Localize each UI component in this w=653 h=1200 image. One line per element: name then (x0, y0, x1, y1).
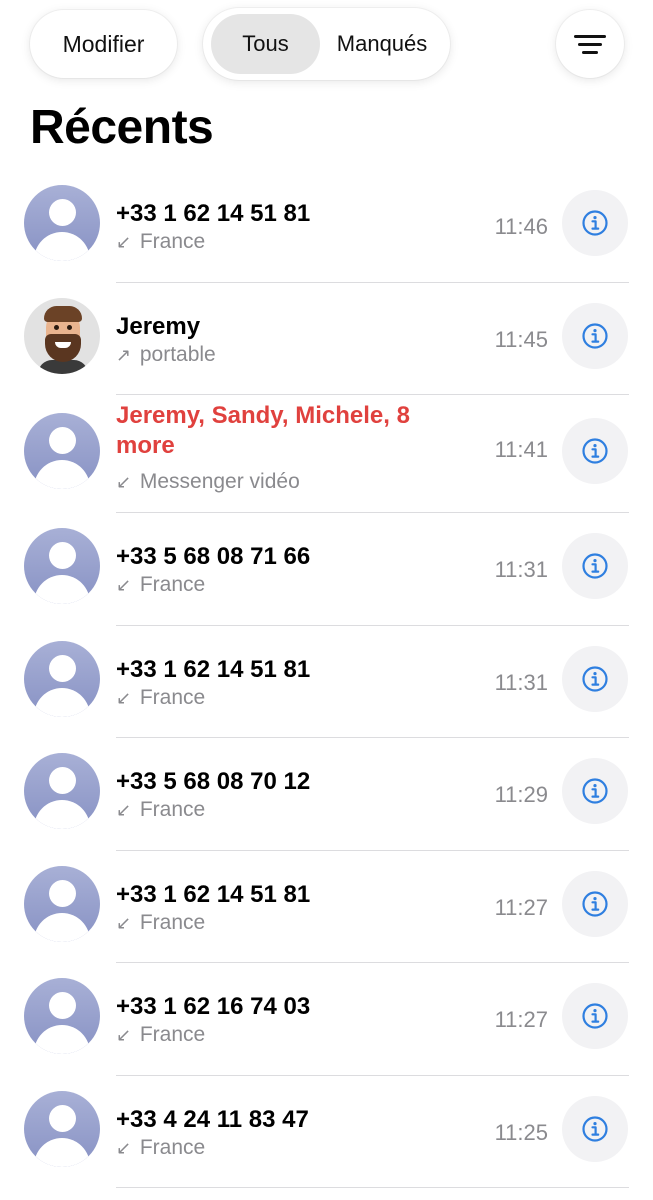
call-direction-icon: ↙ (116, 1025, 132, 1045)
call-subtitle: ↙ France (116, 798, 205, 822)
edit-button[interactable]: Modifier (30, 10, 177, 78)
info-button[interactable] (562, 1095, 628, 1162)
call-time: 11:27 (494, 894, 548, 920)
call-type-label: France (139, 910, 206, 934)
info-icon (582, 1116, 608, 1142)
call-time: 11:25 (494, 1119, 548, 1145)
call-subtitle: ↙ France (116, 911, 205, 935)
call-time: 11:46 (494, 214, 548, 239)
call-type-label: France (139, 798, 206, 821)
call-row[interactable]: Jeremy, Sandy, Michele, 8 more ↙ Messeng… (0, 395, 653, 513)
info-icon (582, 438, 608, 464)
call-row[interactable]: +33 1 62 16 74 03 ↙ France 11:27 (0, 963, 653, 1076)
info-button[interactable] (562, 533, 628, 600)
call-direction-icon: ↙ (116, 1137, 132, 1158)
call-row[interactable]: +33 1 62 14 51 81 ↙ France 11:46 (0, 170, 653, 283)
call-row[interactable]: +33 5 68 08 70 12 ↙ France 11:29 (0, 738, 653, 851)
default-avatar (24, 753, 100, 830)
top-bar: Modifier Tous Manqués (0, 0, 653, 100)
caller-name: +33 5 68 08 71 66 (116, 543, 311, 570)
call-row[interactable]: +33 1 62 14 51 81 ↙ France 11:31 (0, 626, 653, 738)
call-time: 11:29 (494, 782, 548, 807)
call-direction-icon: ↙ (116, 472, 132, 492)
info-icon (582, 891, 608, 917)
caller-name: +33 1 62 14 51 81 (116, 655, 311, 683)
call-direction-icon: ↙ (116, 912, 132, 933)
edit-button-label: Modifier (62, 30, 145, 57)
caller-name: Jeremy, Sandy, Michele, 8 more (116, 402, 410, 459)
tab-missed-label: Manqués (336, 31, 428, 56)
info-button[interactable] (562, 418, 628, 484)
info-button[interactable] (562, 190, 628, 257)
call-filter-segmented-control: Tous Manqués (203, 8, 450, 80)
call-subtitle: ↗ portable (116, 343, 216, 367)
call-type-label: Messenger vidéo (139, 470, 300, 493)
call-time: 11:45 (494, 326, 548, 352)
caller-name: Jeremy (116, 312, 201, 340)
info-button[interactable] (562, 302, 628, 369)
default-avatar (24, 528, 100, 605)
info-button[interactable] (562, 983, 628, 1050)
call-type-label: France (139, 573, 206, 596)
default-avatar (24, 185, 100, 262)
call-row[interactable]: +33 5 68 08 71 66 ↙ France 11:31 (0, 513, 653, 626)
info-button[interactable] (562, 758, 628, 825)
caller-name: +33 1 62 16 74 03 (116, 993, 311, 1020)
call-subtitle: ↙ France (116, 230, 205, 254)
default-avatar (24, 640, 100, 717)
tab-missed[interactable]: Manqués (320, 14, 444, 74)
contact-memoji-avatar (24, 297, 100, 374)
call-direction-icon: ↙ (116, 232, 132, 252)
call-direction-icon: ↙ (116, 575, 132, 595)
call-subtitle: ↙ France (116, 1023, 205, 1047)
info-icon (582, 778, 608, 804)
call-type-label: portable (139, 342, 216, 366)
info-icon (582, 666, 608, 692)
caller-name: +33 1 62 14 51 81 (116, 200, 311, 227)
row-divider (116, 1187, 629, 1188)
call-subtitle: ↙ France (116, 1136, 205, 1160)
call-time: 11:31 (494, 557, 548, 582)
call-subtitle: ↙ France (116, 686, 205, 710)
page-title: Récents (30, 101, 214, 154)
info-button[interactable] (562, 870, 628, 937)
caller-name: +33 4 24 11 83 47 (116, 1105, 309, 1133)
caller-name: +33 1 62 14 51 81 (116, 880, 311, 908)
call-subtitle: ↙ France (116, 573, 205, 597)
default-avatar (24, 413, 100, 489)
caller-name: +33 5 68 08 70 12 (116, 768, 311, 795)
call-type-label: France (139, 230, 206, 253)
call-time: 11:31 (494, 669, 548, 695)
call-row[interactable]: +33 1 62 14 51 81 ↙ France 11:27 (0, 851, 653, 963)
info-icon (582, 210, 608, 236)
call-row[interactable]: +33 4 24 11 83 47 ↙ France 11:25 (0, 1076, 653, 1188)
call-row[interactable]: Jeremy ↗ portable 11:45 (0, 283, 653, 395)
default-avatar (24, 865, 100, 942)
call-subtitle: ↙ Messenger vidéo (116, 470, 300, 494)
recent-calls-list: +33 1 62 14 51 81 ↙ France 11:46 Jeremy (0, 170, 653, 1188)
call-type-label: France (139, 1135, 206, 1159)
tab-all[interactable]: Tous (211, 14, 321, 74)
filter-lines-icon (574, 35, 606, 54)
call-time: 11:27 (494, 1007, 548, 1032)
call-direction-icon: ↙ (116, 800, 132, 820)
info-icon (582, 323, 608, 349)
info-icon (582, 553, 608, 579)
default-avatar (24, 1090, 100, 1167)
default-avatar (24, 978, 100, 1055)
call-direction-icon: ↙ (116, 687, 132, 708)
call-direction-icon: ↗ (116, 344, 132, 365)
call-time: 11:41 (494, 437, 548, 462)
call-type-label: France (139, 1023, 206, 1046)
filter-button[interactable] (556, 10, 624, 78)
info-icon (582, 1003, 608, 1029)
tab-all-label: Tous (242, 31, 289, 56)
info-button[interactable] (562, 645, 628, 712)
call-type-label: France (139, 685, 206, 709)
